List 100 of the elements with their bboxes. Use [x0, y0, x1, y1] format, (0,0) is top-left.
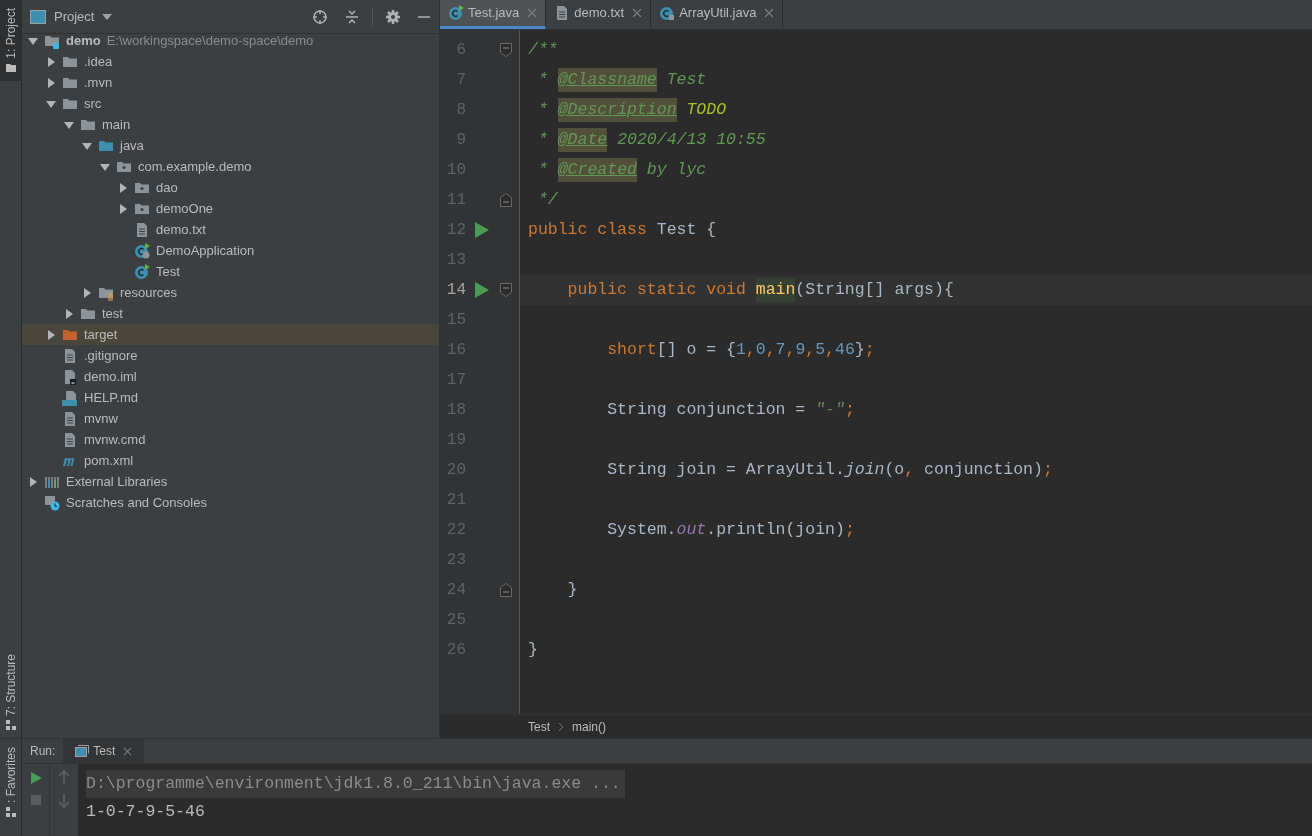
editor-tab[interactable]: ArrayUtil.java — [651, 0, 784, 29]
panel-title[interactable]: Project — [54, 6, 95, 27]
tree-item[interactable]: src — [22, 93, 439, 114]
run-tab[interactable]: Test — [63, 739, 145, 763]
code-line: /** — [527, 38, 559, 61]
tree-item-label: src — [84, 94, 102, 113]
collapsed-arrow-icon[interactable] — [118, 182, 128, 193]
close-icon[interactable] — [764, 8, 775, 18]
tree-item[interactable]: resources — [22, 282, 439, 303]
editor-tab[interactable]: demo.txt — [546, 0, 652, 29]
tree-item-label: Scratches and Consoles — [66, 493, 207, 512]
tree-item-label: .mvn — [84, 73, 113, 92]
tool-window-tab[interactable]: 1: Project — [0, 0, 21, 81]
collapsed-arrow-icon[interactable] — [46, 77, 56, 88]
chevron-icon — [558, 722, 564, 731]
tree-item[interactable]: demoOne — [22, 198, 439, 219]
tree-item[interactable]: Test — [22, 261, 439, 282]
tree-item[interactable]: demo E:\workingspace\demo-space\demo — [22, 30, 439, 51]
tree-item-label: demo — [66, 31, 101, 50]
code-line: } — [566, 578, 579, 601]
expanded-arrow-icon[interactable] — [100, 161, 110, 172]
tree-item[interactable]: DemoApplication — [22, 240, 439, 261]
breadcrumb[interactable]: main() — [572, 717, 607, 736]
code-line: System.out.println(join); — [606, 518, 856, 541]
tree-item-label: main — [102, 115, 131, 134]
editor-tab[interactable]: Test.java — [440, 0, 547, 29]
fold-icon[interactable] — [500, 583, 512, 597]
tree-item[interactable]: .gitignore — [22, 345, 439, 366]
tree-item[interactable]: com.example.demo — [22, 156, 439, 177]
tool-window-tab[interactable]: 7: Structure — [0, 645, 21, 738]
collapsed-arrow-icon[interactable] — [46, 329, 56, 340]
run-icon[interactable] — [29, 772, 42, 784]
close-icon[interactable] — [632, 8, 643, 18]
tree-item[interactable]: target — [22, 324, 439, 345]
tree-item-label: demo.txt — [156, 220, 206, 239]
tree-item-path: E:\workingspace\demo-space\demo — [106, 31, 314, 50]
iml-icon — [62, 368, 78, 385]
tree-item[interactable]: .idea — [22, 51, 439, 72]
tree-item-label: demo.iml — [84, 367, 137, 386]
run-icon[interactable] — [475, 222, 489, 238]
text-icon — [62, 410, 78, 427]
tree-item[interactable]: HELP.md — [22, 387, 439, 408]
fold-icon[interactable] — [500, 283, 512, 297]
text-icon — [62, 347, 78, 364]
code-line: * @Date 2020/4/13 10:55 — [520, 125, 1312, 155]
expanded-arrow-icon[interactable] — [64, 119, 74, 130]
run-label: Run: — [29, 743, 57, 760]
tree-item-label: target — [84, 325, 118, 344]
target-icon[interactable] — [312, 8, 328, 25]
code-line: * @Classname Test — [520, 65, 1312, 95]
settings-icon[interactable] — [385, 8, 401, 25]
code-line: * @Created by lyc — [520, 155, 1312, 185]
code-line: short[] o = {1,0,7,9,5,46}; — [606, 338, 876, 361]
expanded-arrow-icon[interactable] — [82, 140, 92, 151]
collapsed-arrow-icon[interactable] — [64, 308, 74, 319]
collapsed-arrow-icon[interactable] — [82, 287, 92, 298]
tree-item[interactable]: pom.xml — [22, 450, 439, 471]
tree-item-label: .gitignore — [84, 346, 138, 365]
collapsed-arrow-icon[interactable] — [118, 203, 128, 214]
collapsed-arrow-icon[interactable] — [28, 476, 38, 487]
spring-class-icon — [134, 242, 150, 259]
tree-item[interactable]: mvnw — [22, 408, 439, 429]
tree-item[interactable]: Scratches and Consoles — [22, 492, 439, 513]
tree-item-label: External Libraries — [66, 472, 168, 491]
tree-item-label: mvnw.cmd — [84, 430, 146, 449]
tree-item-label: resources — [120, 283, 178, 302]
tree-item-label: HELP.md — [84, 388, 138, 407]
tree-item[interactable]: demo.iml — [22, 366, 439, 387]
code-line: public class Test { — [527, 218, 718, 241]
code-line: } — [527, 638, 539, 661]
breadcrumb[interactable]: Test — [528, 717, 550, 736]
tree-item-label: com.example.demo — [138, 157, 252, 176]
text-icon — [62, 431, 78, 448]
fold-icon[interactable] — [500, 193, 512, 207]
dropdown-icon[interactable] — [102, 13, 113, 20]
tree-item-label: Test — [156, 262, 180, 281]
console-icon — [75, 745, 90, 757]
code-line: */ — [536, 188, 559, 211]
text-icon — [134, 221, 150, 238]
tree-item[interactable]: .mvn — [22, 72, 439, 93]
tree-item-label: dao — [156, 178, 178, 197]
expanded-arrow-icon[interactable] — [46, 98, 56, 109]
tree-item[interactable]: mvnw.cmd — [22, 429, 439, 450]
tree-item[interactable]: dao — [22, 177, 439, 198]
collapsed-arrow-icon[interactable] — [46, 56, 56, 67]
code-line: * @Description TODO — [520, 95, 1312, 125]
scratches-icon — [44, 494, 60, 511]
expanded-arrow-icon[interactable] — [28, 35, 38, 46]
window-icon — [30, 9, 46, 24]
run-class-icon — [134, 263, 150, 280]
tree-item[interactable]: java — [22, 135, 439, 156]
tree-item[interactable]: main — [22, 114, 439, 135]
fold-icon[interactable] — [500, 43, 512, 57]
run-icon[interactable] — [475, 282, 489, 298]
tree-item[interactable]: External Libraries — [22, 471, 439, 492]
collapse-icon[interactable] — [344, 8, 360, 25]
tree-item-label: java — [120, 136, 144, 155]
tree-item[interactable]: test — [22, 303, 439, 324]
close-icon[interactable] — [123, 746, 133, 756]
tree-item[interactable]: demo.txt — [22, 219, 439, 240]
